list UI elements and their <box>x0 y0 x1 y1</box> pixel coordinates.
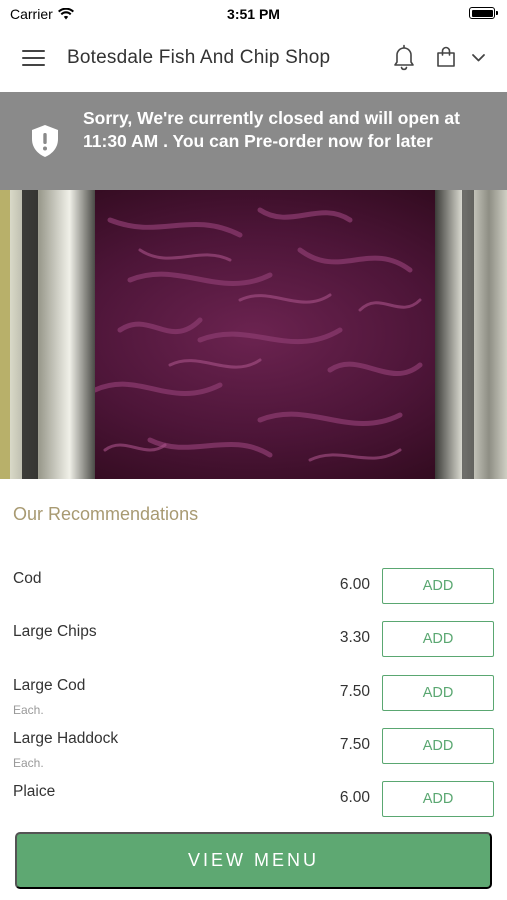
item-price: 3.30 <box>339 629 370 647</box>
status-time: 3:51 PM <box>227 6 280 22</box>
item-note: Each. <box>13 702 44 717</box>
shield-icon <box>32 125 58 157</box>
add-button[interactable]: ADD <box>382 621 494 658</box>
item-price: 6.00 <box>339 789 370 807</box>
recommendations-list: Cod 6.00 ADD Large Chips 3.30 ADD Large … <box>0 560 507 826</box>
status-bar: Carrier 3:51 PM <box>0 0 507 26</box>
app-header: Botesdale Fish And Chip Shop <box>0 26 507 92</box>
add-button[interactable]: ADD <box>382 568 494 604</box>
bag-icon[interactable] <box>436 46 456 68</box>
list-item: Plaice 6.00 ADD <box>0 773 507 826</box>
item-price: 6.00 <box>339 576 370 593</box>
item-name: Large Cod <box>13 676 86 694</box>
add-button[interactable]: ADD <box>382 727 494 764</box>
item-name: Cod <box>13 570 42 587</box>
list-item: Cod 6.00 ADD <box>0 560 507 613</box>
item-name: Plaice <box>13 783 56 801</box>
item-name: Large Haddock <box>13 729 119 747</box>
bell-icon[interactable] <box>392 43 416 71</box>
closed-notice-text: Sorry, We're currently closed and will o… <box>83 108 460 151</box>
view-menu-button[interactable]: VIEW MENU <box>15 832 492 889</box>
recommendations-title: Our Recommendations <box>13 504 199 524</box>
menu-icon[interactable] <box>22 50 45 66</box>
battery-icon <box>469 7 498 19</box>
add-button[interactable]: ADD <box>382 781 494 818</box>
item-note: Each. <box>13 755 44 770</box>
item-name: Large Chips <box>13 623 97 641</box>
hero-food-image <box>0 190 507 479</box>
item-price: 7.50 <box>339 682 370 700</box>
list-item: Large Chips 3.30 ADD <box>0 613 507 666</box>
red-cabbage-photo <box>0 190 507 479</box>
chevron-down-icon[interactable] <box>471 53 486 63</box>
list-item: Large Haddock Each. 7.50 ADD <box>0 720 507 773</box>
list-item: Large Cod Each. 7.50 ADD <box>0 667 507 720</box>
item-price: 7.50 <box>339 735 370 753</box>
page-title: Botesdale Fish And Chip Shop <box>67 47 331 68</box>
add-button[interactable]: ADD <box>382 674 494 711</box>
